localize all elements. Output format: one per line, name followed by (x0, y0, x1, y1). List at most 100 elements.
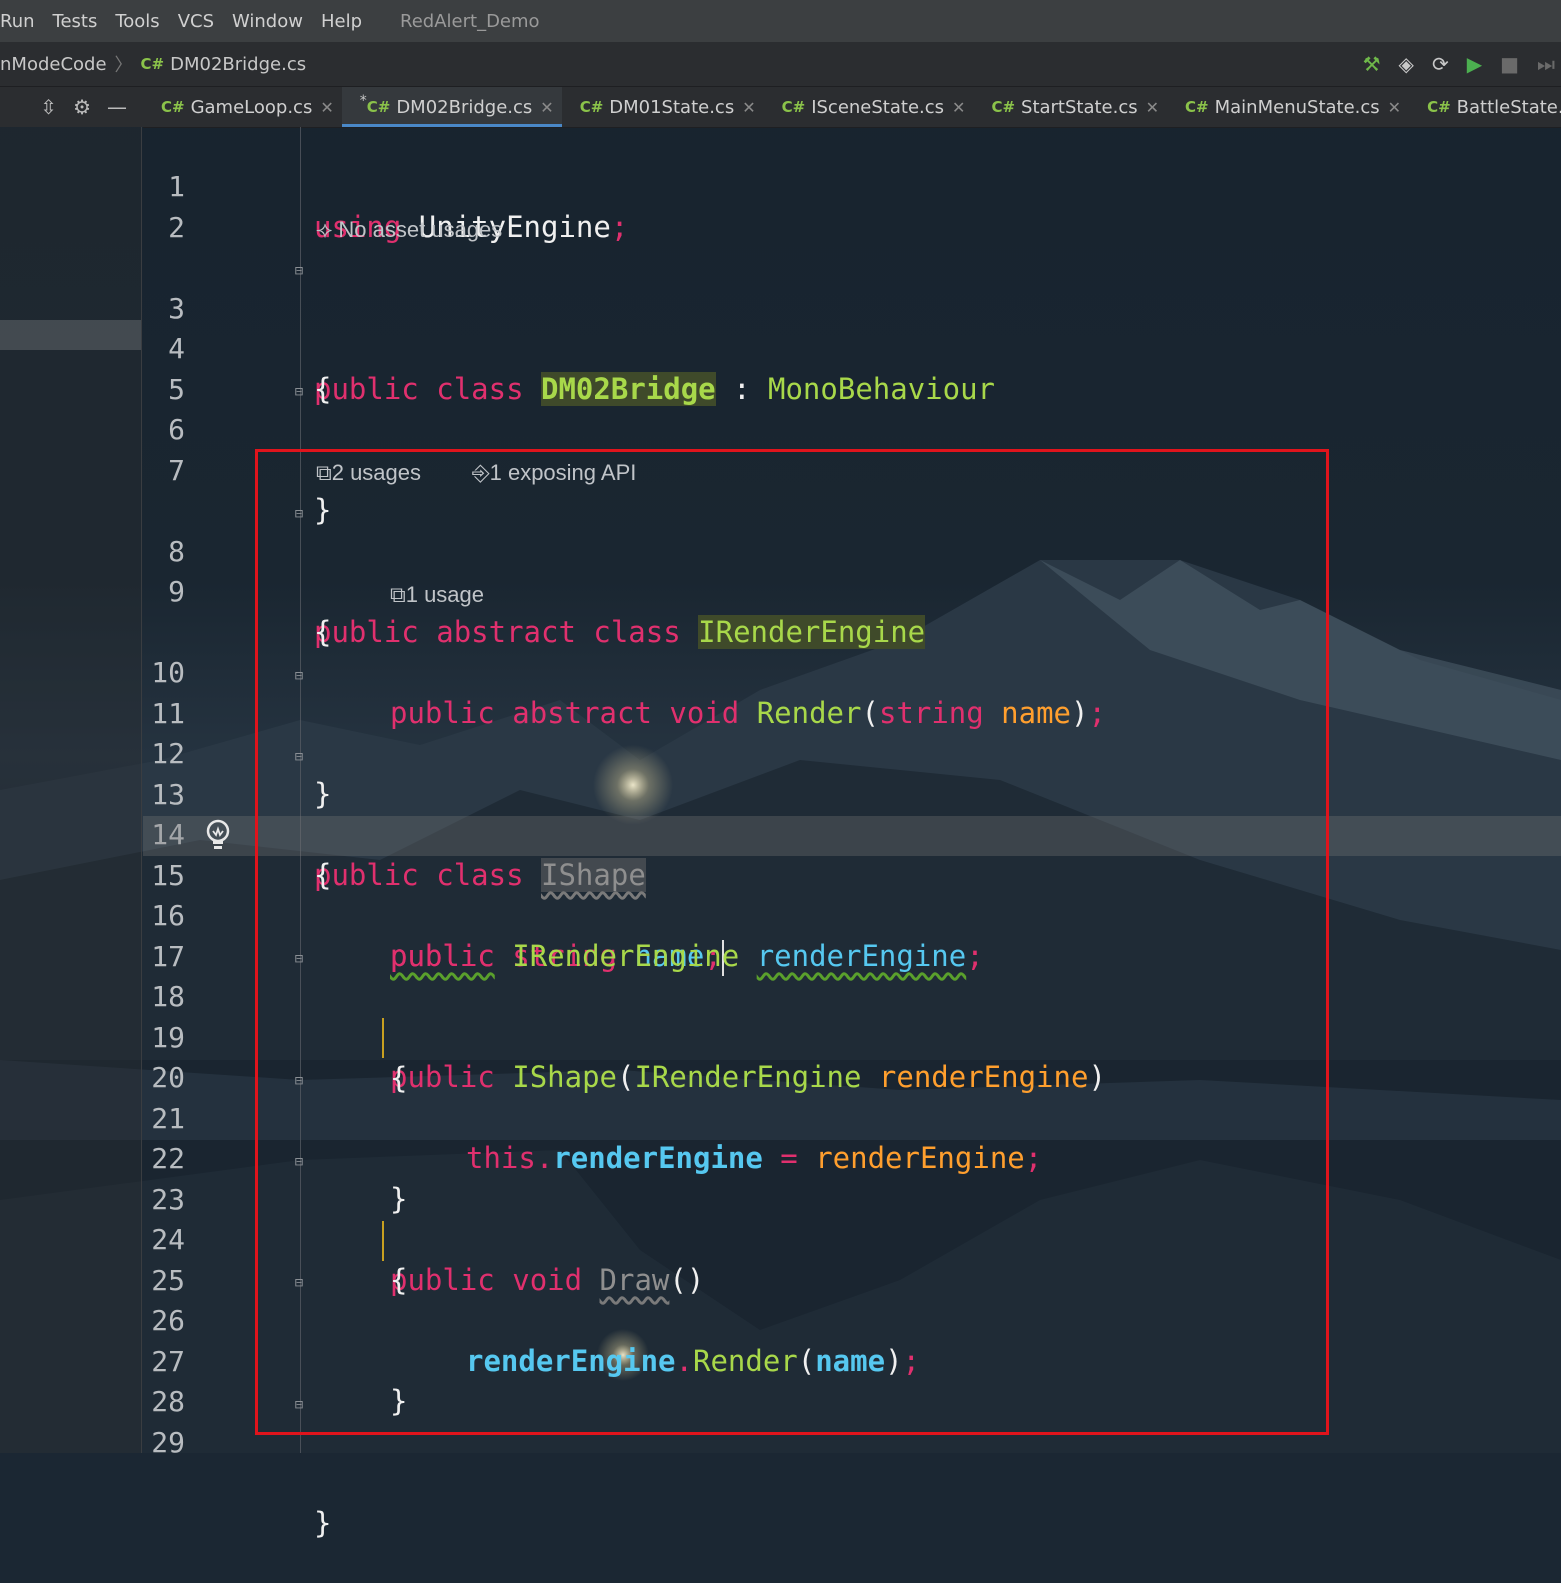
run-icon[interactable]: ▶ (1467, 52, 1482, 76)
run-toolbar: ⚒ ◈ ⟳ ▶ ■ ⏭ (1363, 42, 1561, 86)
indent-guide (382, 1018, 384, 1058)
code-line[interactable]: 27 (143, 1302, 1561, 1378)
code-line[interactable]: 1 using UnityEngine; (143, 127, 1561, 244)
code-line[interactable]: 29 ⊟ } (143, 1383, 1561, 1540)
code-line[interactable]: 23 ⊟ public void Draw() (143, 1140, 1561, 1297)
line-number: 7 (168, 454, 185, 487)
tab-label: StartState.cs (1021, 96, 1138, 118)
tab-startstate[interactable]: C# StartState.cs ✕ (973, 87, 1167, 127)
fold-icon[interactable]: ⊟ (291, 1153, 307, 1171)
code-line[interactable]: 21 ⊟ } (143, 1059, 1561, 1216)
fold-end-icon[interactable]: ⊟ (291, 667, 307, 685)
tab-dm02bridge[interactable]: * C# DM02Bridge.cs ✕ (341, 87, 562, 127)
close-icon[interactable]: ✕ (320, 98, 333, 117)
code-line[interactable]: 5 (143, 330, 1561, 406)
tab-gameloop[interactable]: C# GameLoop.cs ✕ (143, 87, 342, 127)
code-text: } (314, 1506, 332, 1540)
fold-icon[interactable]: ⊟ (291, 748, 307, 766)
menu-help[interactable]: Help (321, 11, 362, 32)
tab-label: DM01State.cs (609, 96, 735, 118)
project-panel (0, 127, 142, 1453)
code-vision-hint[interactable]: ⧉2 usages (316, 458, 421, 488)
unity-asset-icon: ⟢ (316, 217, 339, 242)
code-line[interactable]: 28 (143, 1342, 1561, 1418)
tab-dm01state[interactable]: C# DM01State.cs ✕ (562, 87, 764, 127)
code-line[interactable]: 4 { (143, 289, 1561, 406)
fold-icon[interactable]: ⊟ (291, 950, 307, 968)
code-line[interactable]: 10 public abstract void Render(string na… (143, 613, 1561, 730)
code-line[interactable]: 18 ⊟ public IShape(IRenderEngine renderE… (143, 937, 1561, 1094)
menu-tools[interactable]: Tools (115, 11, 159, 32)
menu-vcs[interactable]: VCS (178, 11, 214, 32)
stop-icon[interactable]: ■ (1500, 52, 1519, 76)
fold-end-icon[interactable]: ⊟ (291, 1072, 307, 1090)
fold-icon[interactable]: ⊟ (291, 505, 307, 523)
menu-tests[interactable]: Tests (53, 11, 98, 32)
tab-label: MainMenuState.cs (1214, 96, 1380, 118)
code-vision-hint[interactable]: ⎆1 exposing API (472, 458, 636, 488)
code-line[interactable]: 7 (143, 411, 1561, 487)
code-line[interactable]: 20 this.renderEngine = renderEngine; (143, 1018, 1561, 1175)
close-icon[interactable]: ✕ (1388, 98, 1401, 117)
csharp-file-icon: C# (366, 98, 391, 116)
tab-iscenestate[interactable]: C# ISceneState.cs ✕ (764, 87, 974, 127)
code-line[interactable]: 24 { (143, 1180, 1561, 1297)
close-icon[interactable]: ✕ (742, 98, 755, 117)
code-line[interactable]: 25 renderEngine.Render(name); (143, 1221, 1561, 1378)
project-name: RedAlert_Demo (400, 10, 540, 32)
fold-end-icon[interactable]: ⊟ (291, 1396, 307, 1414)
menu-run[interactable]: Run (0, 11, 35, 32)
code-line[interactable]: 26 ⊟ } (143, 1261, 1561, 1418)
unity-icon[interactable]: ◈ (1399, 52, 1414, 76)
csharp-file-icon: C# (579, 98, 604, 116)
code-line[interactable]: 12 (143, 694, 1561, 770)
breadcrumb-folder[interactable]: nModeCode (0, 54, 107, 75)
code-editor[interactable]: 1 using UnityEngine; 2 ⟢ No asset usages… (143, 127, 1561, 1540)
breadcrumb-file[interactable]: DM02Bridge.cs (170, 54, 306, 75)
menu-bar: Run Tests Tools VCS Window Help RedAlert… (0, 0, 1561, 42)
csharp-file-icon: C# (781, 98, 806, 116)
fold-end-icon[interactable]: ⊟ (291, 383, 307, 401)
close-icon[interactable]: ✕ (1146, 98, 1159, 117)
close-icon[interactable]: ✕ (540, 98, 553, 117)
tab-label: BattleState.cs (1456, 96, 1561, 118)
code-line[interactable]: 6 ⊟ } (143, 370, 1561, 527)
code-line[interactable]: 19 { (143, 978, 1561, 1095)
csharp-file-icon: C# (1185, 98, 1209, 116)
gear-icon[interactable]: ⚙ (73, 95, 91, 119)
code-line[interactable]: 13 ⊟ public class IShape (143, 735, 1561, 892)
code-vision-hint[interactable]: ⧉1 usage (390, 580, 484, 610)
csharp-file-icon: C# (1427, 98, 1451, 116)
tab-mainmenustate[interactable]: C# MainMenuState.cs ✕ (1167, 87, 1409, 127)
code-line[interactable]: 22 (143, 1099, 1561, 1175)
code-line-current[interactable]: 15 public string name; (143, 816, 1561, 976)
fold-icon[interactable]: ⊟ (291, 262, 307, 280)
project-tree-selected-row[interactable] (0, 320, 141, 350)
tab-battlestate[interactable]: C# BattleState.cs ✕ (1409, 87, 1561, 127)
refresh-icon[interactable]: ⟳ (1432, 52, 1449, 76)
code-vision-hint[interactable]: ⟢ No asset usages (316, 215, 502, 245)
code-line[interactable]: 8 ⊟ public abstract class IRenderEngine (143, 492, 1561, 649)
code-line[interactable]: 9 { (143, 532, 1561, 649)
tab-label: DM02Bridge.cs (396, 96, 533, 118)
code-line[interactable]: 14 { (143, 775, 1561, 892)
code-line[interactable]: 16 public IRenderEngine renderEngine; (143, 856, 1561, 973)
code-line[interactable]: 3 ⊟ public class DM02Bridge : MonoBehavi… (143, 249, 1561, 406)
project-panel-toolbar: ⇳ ⚙ — (0, 87, 143, 127)
code-line[interactable]: 11 ⊟ } (143, 654, 1561, 811)
code-line[interactable]: 2 (143, 168, 1561, 244)
line-number: 2 (168, 211, 185, 244)
editor-tabs: C# GameLoop.cs ✕ * C# DM02Bridge.cs ✕ C#… (143, 87, 1561, 128)
csharp-file-icon: C# (991, 98, 1016, 116)
lightbulb-icon[interactable] (203, 818, 233, 854)
code-line[interactable]: 17 (143, 897, 1561, 973)
usages-icon: ⧉ (316, 460, 332, 485)
hammer-icon[interactable]: ⚒ (1363, 52, 1381, 76)
fold-end-icon[interactable]: ⊟ (291, 1274, 307, 1292)
step-icon[interactable]: ⏭ (1537, 52, 1555, 76)
collapse-all-icon[interactable]: ⇳ (40, 95, 57, 119)
close-icon[interactable]: ✕ (952, 98, 965, 117)
menu-window[interactable]: Window (232, 11, 303, 32)
usages-icon: ⧉ (390, 582, 406, 607)
minimize-icon[interactable]: — (107, 95, 127, 119)
